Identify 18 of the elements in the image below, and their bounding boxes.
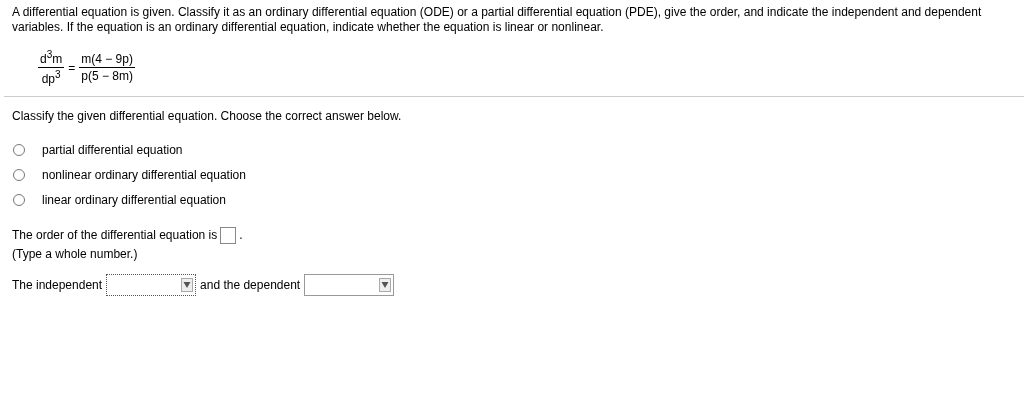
option-label[interactable]: partial differential equation (42, 143, 183, 157)
instructions-text: A differential equation is given. Classify it as an ordinary differential equation (ODE) or a partial differential equation (PDE), give the order, and indicate the independent and dependent variables. If the equation is an ordinary differential equation, indicate whether the equation is linear or nonlinear. (11, 4, 983, 35)
independent-label: The independent (12, 278, 103, 292)
answer-box[interactable] (220, 227, 237, 244)
rational-expression: m(4 − 9p) p(5 − 8m) (79, 52, 135, 83)
derivative-fraction: d$^{3}$m dp$^{3}$ (38, 49, 65, 86)
option-label[interactable]: linear ordinary differential equation (42, 193, 226, 207)
equals-sign: = (68, 60, 76, 75)
variable-dropdown[interactable] (106, 274, 197, 296)
question-text: Classify the given differential equation. Choose the correct answer below. (11, 108, 403, 123)
order-prompt: The order of the differential equation is (12, 227, 218, 244)
radio-button[interactable] (13, 144, 25, 156)
option-label[interactable]: nonlinear ordinary differential equation (42, 168, 246, 182)
period-text: . (239, 227, 243, 244)
radio-button[interactable] (13, 169, 25, 181)
radio-button[interactable] (13, 194, 25, 206)
dependent-label: and the dependent (200, 278, 301, 292)
hint-text: (Type a whole number.) (12, 246, 139, 263)
